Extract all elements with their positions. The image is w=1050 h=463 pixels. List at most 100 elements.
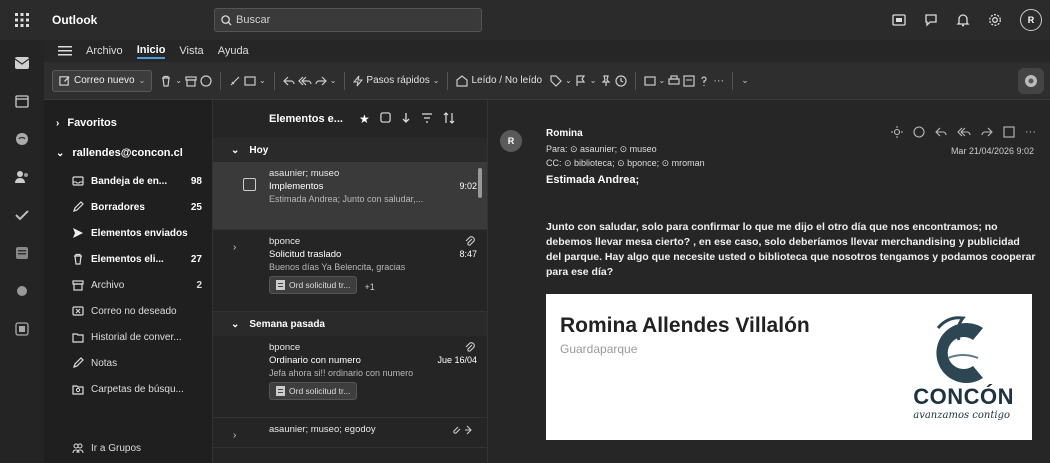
folder-archive[interactable]: Archivo 2 <box>44 272 212 298</box>
word-icon[interactable] <box>12 244 32 262</box>
sun-icon[interactable] <box>891 126 903 138</box>
email-signature: Romina Allendes Villalón Guardaparque CO… <box>546 294 1032 440</box>
tag-icon[interactable] <box>550 74 562 87</box>
forward-icon[interactable] <box>981 126 993 138</box>
forward-icon[interactable] <box>315 75 327 87</box>
avatar[interactable]: R <box>1020 9 1042 31</box>
list-item[interactable]: › bponce Solicitud traslado 8:47 Buenos d… <box>213 230 487 312</box>
folder-notes[interactable]: Notas <box>44 350 212 376</box>
paperclip-icon <box>465 236 475 246</box>
folder-junk[interactable]: Correo no deseado <box>44 298 212 324</box>
select-icon[interactable] <box>380 112 391 123</box>
section-last-week[interactable]: ⌄ Semana pasada <box>213 312 487 336</box>
menu-inicio[interactable]: Inicio <box>136 44 166 59</box>
immersive-reader-icon[interactable] <box>1003 126 1015 138</box>
section-today[interactable]: ⌄ Hoy <box>213 138 487 162</box>
emoji-icon[interactable] <box>913 126 925 138</box>
pdf-icon <box>276 386 285 396</box>
list-item[interactable]: › asaunier; museo; egodoy <box>213 418 487 448</box>
search-input[interactable]: Buscar <box>214 8 482 32</box>
reply-all-icon[interactable] <box>297 75 312 87</box>
message-checkbox[interactable] <box>243 178 256 191</box>
folder-search-folders[interactable]: Carpetas de búsqu... <box>44 376 212 402</box>
print-icon[interactable] <box>668 74 680 87</box>
star-icon[interactable]: ★ <box>359 112 370 126</box>
notes-icon <box>73 357 84 368</box>
reply-all-icon[interactable] <box>957 126 971 138</box>
folder-deleted[interactable]: Elementos eli... 27 <box>44 246 212 272</box>
calendar-icon[interactable] <box>12 92 32 110</box>
immersive-reader-icon[interactable] <box>683 74 695 87</box>
copilot-icon[interactable] <box>12 130 32 148</box>
reply-icon[interactable] <box>282 75 295 87</box>
chevron-right-icon[interactable]: › <box>233 430 236 441</box>
go-to-groups-link[interactable]: Ir a Grupos <box>72 442 141 454</box>
favorites-section[interactable]: › Favoritos <box>44 108 212 138</box>
quick-steps-button[interactable]: Pasos rápidos <box>366 75 429 86</box>
list-item[interactable]: asaunier; museo Implementos 9:02 Estimada… <box>213 162 487 230</box>
reply-icon[interactable] <box>935 126 947 138</box>
move-to-icon[interactable] <box>244 75 256 87</box>
teams-icon[interactable] <box>892 13 906 27</box>
onedrive-icon[interactable] <box>12 282 32 300</box>
delete-icon[interactable] <box>160 75 172 87</box>
jump-icon[interactable] <box>401 112 411 124</box>
folder-drafts[interactable]: Borradores 25 <box>44 194 212 220</box>
sweep-icon[interactable] <box>229 75 241 87</box>
message-date: Mar 21/04/2026 9:02 <box>950 146 1034 156</box>
chevron-right-icon[interactable]: › <box>233 242 236 253</box>
sort-icon[interactable] <box>443 112 455 124</box>
pin-icon[interactable] <box>600 74 612 87</box>
help-icon[interactable] <box>698 75 710 87</box>
menu-ayuda[interactable]: Ayuda <box>218 45 249 57</box>
copilot-button[interactable] <box>1018 68 1044 94</box>
new-mail-button[interactable]: Correo nuevo ⌄ <box>52 69 153 92</box>
menu-vista[interactable]: Vista <box>179 45 203 57</box>
folder-count: 27 <box>190 253 202 265</box>
todo-icon[interactable] <box>12 206 32 224</box>
people-icon[interactable] <box>12 168 32 186</box>
message-preview: Buenos días Ya Belencita, gracias <box>269 262 406 272</box>
chevron-down-icon: ⌄ <box>231 318 240 330</box>
sender-avatar[interactable]: R <box>500 130 522 152</box>
more-attachments[interactable]: +1 <box>364 282 374 292</box>
gear-icon[interactable] <box>988 13 1002 27</box>
more-apps-icon[interactable] <box>12 320 32 338</box>
paperclip-icon <box>465 342 475 352</box>
attachment-chip[interactable]: Ord solicitud tr... <box>269 382 358 400</box>
more-options-icon[interactable]: ··· <box>1025 126 1036 138</box>
menu-archivo[interactable]: Archivo <box>86 45 123 57</box>
folder-title: Elementos e... <box>269 113 343 125</box>
report-icon[interactable] <box>200 74 212 87</box>
deleted-icon <box>74 253 82 265</box>
new-mail-label: Correo nuevo <box>74 75 135 86</box>
rules-icon[interactable] <box>643 75 656 87</box>
sender-name[interactable]: Romina <box>546 128 583 139</box>
search-icon <box>221 14 232 26</box>
feedback-icon[interactable] <box>924 13 938 27</box>
app-launcher-icon[interactable] <box>0 0 44 40</box>
filter-icon[interactable] <box>421 112 433 124</box>
read-unread-button[interactable]: Leído / No leído <box>471 75 542 86</box>
folder-history[interactable]: Historial de conver... <box>44 324 212 350</box>
message-subject: Ordinario con numero <box>269 355 361 366</box>
clock-icon[interactable] <box>614 74 627 87</box>
folder-label: Elementos eli... <box>91 253 164 265</box>
folder-inbox[interactable]: Bandeja de en... 98 <box>44 168 212 194</box>
list-item[interactable]: bponce Ordinario con numero Jue 16/04 Jef… <box>213 336 487 418</box>
bell-icon[interactable] <box>956 13 970 27</box>
archive-icon[interactable] <box>185 75 197 87</box>
lightning-icon[interactable] <box>353 75 364 87</box>
chevron-down-icon[interactable]: ⌄ <box>139 76 146 85</box>
account-section[interactable]: ⌄ rallendes@concon.cl <box>44 138 212 168</box>
folder-sent[interactable]: Elementos enviados <box>44 220 212 246</box>
attachment-chip[interactable]: Ord solicitud tr... <box>269 276 358 294</box>
flag-icon[interactable] <box>575 74 587 87</box>
scrollbar[interactable] <box>478 168 482 198</box>
mail-icon[interactable] <box>12 54 32 72</box>
hamburger-icon[interactable] <box>58 46 72 56</box>
ribbon-collapse-icon[interactable]: ⌄ <box>741 75 749 86</box>
more-options-icon[interactable]: ··· <box>713 75 724 87</box>
reading-pane: R Romina Para: ⊙ asaunier; ⊙ museo CC: ⊙… <box>488 100 1050 463</box>
signature-name: Romina Allendes Villalón <box>560 314 810 337</box>
